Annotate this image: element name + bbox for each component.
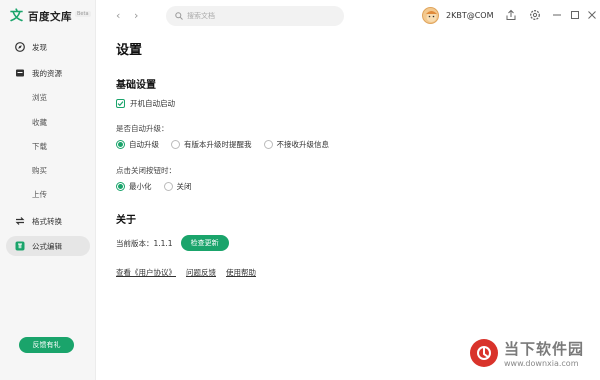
radio[interactable] (263, 140, 273, 149)
radio[interactable] (171, 140, 180, 149)
folder-icon (15, 68, 25, 78)
watermark: 当下软件园 www.downxia.com (469, 338, 584, 368)
radio-selected[interactable] (116, 182, 125, 191)
autostart-checkbox[interactable] (116, 99, 125, 108)
search-placeholder: 搜索文档 (187, 12, 215, 20)
sidebar: 文 百度文库 Beta 发现 我的资源 浏览 收藏 下载 购买 上传 格式转换 … (0, 0, 96, 380)
upgrade-option-auto[interactable]: 自动升级 (116, 139, 159, 150)
close-option-minimize[interactable]: 最小化 (116, 181, 152, 192)
about-heading: 关于 (116, 215, 136, 226)
version-value: 1.1.1 (153, 238, 173, 248)
auto-upgrade-label: 是否自动升级： (116, 124, 169, 133)
option-label: 不接收升级信息 (276, 140, 330, 149)
username[interactable]: 2KBT@COM (446, 11, 494, 20)
sidebar-item-my-resources[interactable]: 我的资源 (6, 63, 90, 83)
app-name: 百度文库 (28, 11, 72, 23)
sidebar-subitem-browse[interactable]: 浏览 (32, 92, 47, 103)
feedback-label: 反馈有礼 (32, 341, 61, 349)
radio[interactable] (163, 182, 173, 191)
sidebar-item-label: 格式转换 (32, 216, 62, 226)
page-title: 设置 (116, 43, 143, 58)
check-update-button[interactable]: 检查更新 (180, 235, 229, 251)
formula-icon (15, 241, 25, 251)
search-icon (175, 12, 183, 20)
gear-icon[interactable] (529, 9, 541, 21)
feedback-link[interactable]: 问题反馈 (186, 267, 216, 278)
close-option-exit[interactable]: 关闭 (163, 181, 192, 192)
watermark-title: 当下软件园 (503, 340, 584, 358)
autostart-option[interactable]: 开机自动启动 (116, 98, 175, 109)
help-link[interactable]: 使用帮助 (226, 267, 256, 278)
beta-badge: Beta (75, 10, 91, 17)
autostart-label: 开机自动启动 (130, 99, 175, 108)
watermark-url: www.downxia.com (503, 359, 579, 368)
close-icon[interactable] (587, 10, 599, 22)
sidebar-subitem-purchases[interactable]: 购买 (32, 165, 47, 176)
version-label: 当前版本： (116, 238, 154, 248)
share-icon[interactable] (505, 9, 517, 21)
basic-settings-heading: 基础设置 (116, 80, 156, 91)
app-logo: 文 百度文库 Beta (10, 9, 91, 24)
sidebar-item-discover[interactable]: 发现 (6, 37, 90, 57)
back-arrow-icon[interactable]: ‹ (116, 9, 120, 22)
search-input[interactable]: 搜索文档 (166, 6, 344, 26)
sidebar-item-formula-edit[interactable]: 公式编辑 (6, 236, 90, 256)
links-row: 查看《用户协议》 问题反馈 使用帮助 (116, 267, 266, 278)
sidebar-subitem-favorites[interactable]: 收藏 (32, 117, 47, 128)
radio-selected[interactable] (116, 140, 125, 149)
forward-arrow-icon[interactable]: › (134, 9, 138, 22)
convert-icon (15, 216, 25, 226)
sidebar-item-label: 我的资源 (32, 68, 62, 78)
check-update-label: 检查更新 (190, 239, 219, 247)
avatar[interactable] (422, 7, 439, 24)
option-label: 自动升级 (129, 140, 159, 149)
compass-icon (15, 42, 25, 52)
version-row: 当前版本： 1.1.1 检查更新 (116, 235, 229, 251)
user-agreement-link[interactable]: 查看《用户协议》 (116, 267, 176, 278)
sidebar-item-format-convert[interactable]: 格式转换 (6, 211, 90, 231)
wenku-logo-icon: 文 (10, 8, 24, 24)
sidebar-item-label: 发现 (32, 42, 47, 52)
upgrade-options: 自动升级 有版本升级时提醒我 不接收升级信息 (116, 139, 341, 150)
feedback-button[interactable]: 反馈有礼 (19, 337, 74, 353)
close-behavior-label: 点击关闭按钮时： (116, 166, 176, 175)
sidebar-item-label: 公式编辑 (32, 241, 62, 251)
top-bar: ‹ › 搜索文档 2KBT@COM (96, 0, 600, 32)
option-label: 最小化 (129, 182, 152, 191)
maximize-icon[interactable] (570, 10, 582, 22)
option-label: 关闭 (176, 182, 192, 191)
settings-panel: 设置 基础设置 开机自动启动 是否自动升级： 自动升级 有版本升级时提醒我 不接… (96, 32, 600, 380)
sidebar-subitem-uploads[interactable]: 上传 (32, 189, 47, 200)
minimize-icon[interactable] (552, 10, 564, 22)
upgrade-option-remind[interactable]: 有版本升级时提醒我 (171, 139, 252, 150)
option-label: 有版本升级时提醒我 (184, 140, 252, 149)
close-options: 最小化 关闭 (116, 181, 204, 192)
upgrade-option-none[interactable]: 不接收升级信息 (263, 139, 330, 150)
sidebar-subitem-downloads[interactable]: 下载 (32, 141, 47, 152)
watermark-logo-icon (469, 339, 498, 367)
